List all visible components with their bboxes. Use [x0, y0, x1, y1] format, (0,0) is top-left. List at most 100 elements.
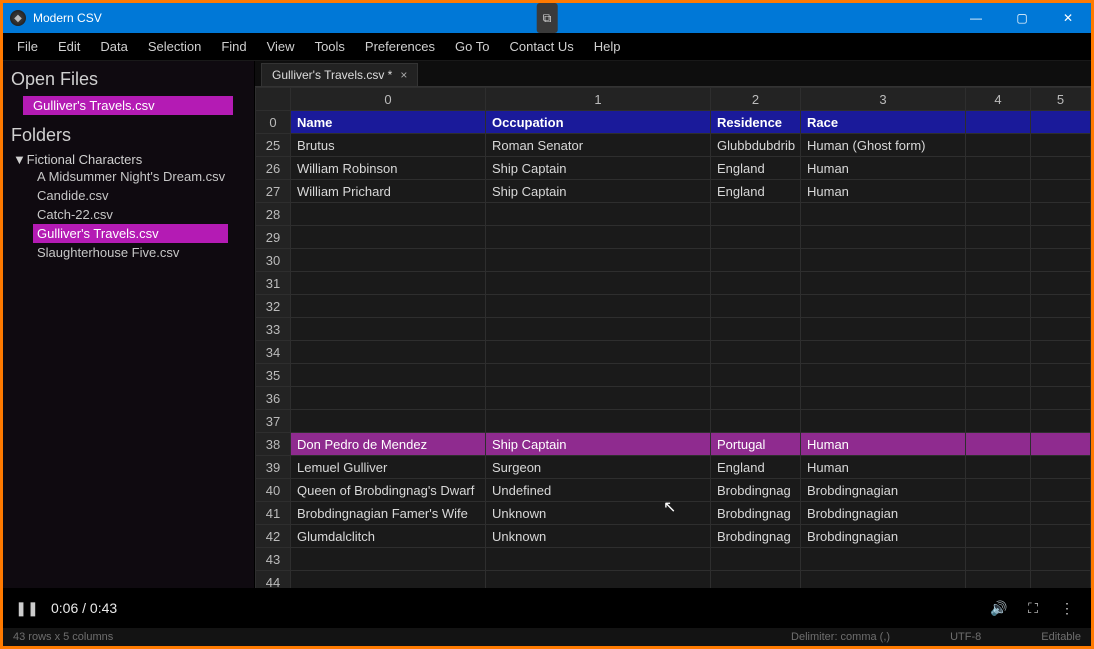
- folder-file-item[interactable]: Gulliver's Travels.csv: [33, 224, 228, 243]
- cell[interactable]: [1031, 364, 1091, 387]
- cell[interactable]: Glubbdubdrib: [711, 134, 801, 157]
- row-header[interactable]: 28: [256, 203, 291, 226]
- cell[interactable]: [801, 318, 966, 341]
- table-row[interactable]: 38Don Pedro de MendezShip CaptainPortuga…: [256, 433, 1091, 456]
- cell[interactable]: [801, 341, 966, 364]
- cell[interactable]: [486, 226, 711, 249]
- menu-contact-us[interactable]: Contact Us: [499, 35, 583, 58]
- cell[interactable]: [1031, 134, 1091, 157]
- cell[interactable]: [966, 226, 1031, 249]
- cell[interactable]: [801, 203, 966, 226]
- table-row[interactable]: 35: [256, 364, 1091, 387]
- file-tab[interactable]: Gulliver's Travels.csv * ×: [261, 63, 418, 86]
- cell[interactable]: [966, 203, 1031, 226]
- row-header[interactable]: 29: [256, 226, 291, 249]
- menu-preferences[interactable]: Preferences: [355, 35, 445, 58]
- cell[interactable]: [1031, 548, 1091, 571]
- cell[interactable]: [966, 272, 1031, 295]
- close-button[interactable]: ✕: [1045, 3, 1091, 33]
- cell[interactable]: [711, 410, 801, 433]
- cell[interactable]: [966, 479, 1031, 502]
- cell[interactable]: Brobdingnag: [711, 502, 801, 525]
- cell[interactable]: [966, 364, 1031, 387]
- cell[interactable]: [711, 571, 801, 589]
- cell[interactable]: [966, 249, 1031, 272]
- cell[interactable]: [486, 272, 711, 295]
- cell[interactable]: [1031, 111, 1091, 134]
- cell[interactable]: [711, 249, 801, 272]
- cell[interactable]: [291, 203, 486, 226]
- cell[interactable]: Surgeon: [486, 456, 711, 479]
- cell[interactable]: England: [711, 157, 801, 180]
- table-row[interactable]: 30: [256, 249, 1091, 272]
- cell[interactable]: Glumdalclitch: [291, 525, 486, 548]
- cell[interactable]: [486, 203, 711, 226]
- pause-icon[interactable]: ❚❚: [17, 598, 37, 618]
- cell[interactable]: [711, 318, 801, 341]
- cell[interactable]: Name: [291, 111, 486, 134]
- cell[interactable]: [966, 157, 1031, 180]
- cell[interactable]: William Robinson: [291, 157, 486, 180]
- row-header[interactable]: 39: [256, 456, 291, 479]
- cell[interactable]: [486, 364, 711, 387]
- cell[interactable]: [1031, 525, 1091, 548]
- cell[interactable]: Don Pedro de Mendez: [291, 433, 486, 456]
- cell[interactable]: [291, 548, 486, 571]
- row-header[interactable]: 40: [256, 479, 291, 502]
- cell[interactable]: [966, 387, 1031, 410]
- cell[interactable]: [1031, 226, 1091, 249]
- folder-file-item[interactable]: Catch-22.csv: [37, 205, 232, 224]
- cell[interactable]: [1031, 410, 1091, 433]
- cell[interactable]: [801, 226, 966, 249]
- folder-root[interactable]: ▼ Fictional Characters: [9, 150, 248, 167]
- overlay-center-icon[interactable]: ⧉: [537, 3, 558, 33]
- cell[interactable]: [966, 525, 1031, 548]
- cell[interactable]: William Prichard: [291, 180, 486, 203]
- row-header[interactable]: 25: [256, 134, 291, 157]
- row-header[interactable]: 37: [256, 410, 291, 433]
- cell[interactable]: [711, 387, 801, 410]
- cell[interactable]: [486, 341, 711, 364]
- cell[interactable]: Race: [801, 111, 966, 134]
- table-row[interactable]: 34: [256, 341, 1091, 364]
- grid-scroll[interactable]: 0123450NameOccupationResidenceRace25Brut…: [255, 87, 1091, 588]
- col-header[interactable]: 5: [1031, 88, 1091, 111]
- cell[interactable]: [291, 295, 486, 318]
- col-header[interactable]: 2: [711, 88, 801, 111]
- cell[interactable]: England: [711, 456, 801, 479]
- cell[interactable]: Brobdingnagian: [801, 525, 966, 548]
- cell[interactable]: Brobdingnagian: [801, 479, 966, 502]
- chevron-down-icon[interactable]: ▼: [13, 152, 23, 167]
- cell[interactable]: [801, 548, 966, 571]
- cell[interactable]: Undefined: [486, 479, 711, 502]
- menu-find[interactable]: Find: [211, 35, 256, 58]
- cell[interactable]: [1031, 341, 1091, 364]
- cell[interactable]: [966, 456, 1031, 479]
- cell[interactable]: [966, 180, 1031, 203]
- table-row[interactable]: 32: [256, 295, 1091, 318]
- cell[interactable]: [291, 387, 486, 410]
- cell[interactable]: [966, 295, 1031, 318]
- cell[interactable]: [1031, 249, 1091, 272]
- cell[interactable]: [711, 272, 801, 295]
- cell[interactable]: [1031, 387, 1091, 410]
- cell[interactable]: [291, 410, 486, 433]
- row-header[interactable]: 36: [256, 387, 291, 410]
- cell[interactable]: [486, 548, 711, 571]
- table-row[interactable]: 25BrutusRoman SenatorGlubbdubdribHuman (…: [256, 134, 1091, 157]
- col-header[interactable]: 1: [486, 88, 711, 111]
- row-header[interactable]: 31: [256, 272, 291, 295]
- cell[interactable]: England: [711, 180, 801, 203]
- volume-icon[interactable]: 🔊: [989, 598, 1009, 618]
- cell[interactable]: [486, 249, 711, 272]
- cell[interactable]: Unknown: [486, 525, 711, 548]
- cell[interactable]: [801, 295, 966, 318]
- cell[interactable]: [711, 295, 801, 318]
- table-row[interactable]: 31: [256, 272, 1091, 295]
- folder-file-item[interactable]: Candide.csv: [37, 186, 232, 205]
- cell[interactable]: [1031, 272, 1091, 295]
- data-grid[interactable]: 0123450NameOccupationResidenceRace25Brut…: [255, 87, 1091, 588]
- cell[interactable]: [711, 203, 801, 226]
- cell[interactable]: Human: [801, 157, 966, 180]
- cell[interactable]: Brutus: [291, 134, 486, 157]
